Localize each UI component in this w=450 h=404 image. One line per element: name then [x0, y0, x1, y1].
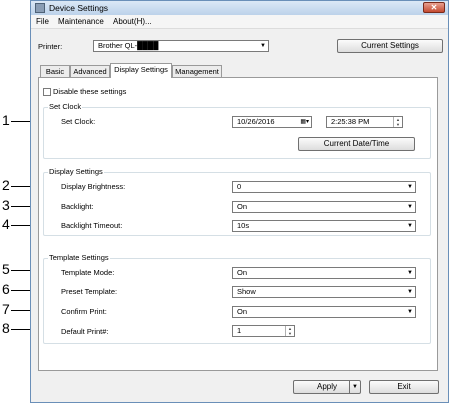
apply-button[interactable]: Apply ▼	[293, 380, 361, 394]
chevron-down-icon: ▼	[260, 43, 266, 49]
display-brightness-label: Display Brightness:	[61, 182, 126, 191]
callout-5: 5	[2, 261, 10, 277]
callout-4: 4	[2, 216, 10, 232]
set-clock-group	[43, 107, 431, 159]
backlight-timeout-select[interactable]: 10s ▼	[232, 220, 416, 232]
current-settings-button[interactable]: Current Settings	[337, 39, 443, 53]
confirm-print-label: Confirm Print:	[61, 307, 107, 316]
display-settings-title: Display Settings	[48, 167, 104, 176]
date-picker[interactable]: 10/26/2016 ▦▾	[232, 116, 312, 128]
default-print-stepper[interactable]: 1 ▲ ▼	[232, 325, 295, 337]
device-settings-window: Device Settings ✕ File Maintenance About…	[30, 0, 449, 403]
preset-template-label: Preset Template:	[61, 287, 118, 296]
chevron-down-icon: ▼	[407, 184, 413, 190]
chevron-down-icon: ▼	[407, 289, 413, 295]
default-print-label: Default Print#:	[61, 327, 109, 336]
template-mode-select[interactable]: On ▼	[232, 267, 416, 279]
chevron-down-icon: ▼	[407, 223, 413, 229]
default-print-spinner-icon[interactable]: ▲ ▼	[285, 326, 294, 336]
time-picker[interactable]: 2:25:38 PM ▲ ▼	[326, 116, 403, 128]
set-clock-label: Set Clock:	[61, 117, 96, 126]
chevron-down-icon: ▼	[407, 270, 413, 276]
callout-8: 8	[2, 320, 10, 336]
printer-select[interactable]: Brother QL-████ ▼	[93, 40, 269, 52]
chevron-down-icon: ▼	[407, 309, 413, 315]
time-value: 2:25:38 PM	[331, 117, 370, 126]
backlight-select[interactable]: On ▼	[232, 201, 416, 213]
backlight-label: Backlight:	[61, 202, 94, 211]
display-brightness-select[interactable]: 0 ▼	[232, 181, 416, 193]
time-spinner-icon[interactable]: ▲ ▼	[393, 117, 402, 127]
set-clock-title: Set Clock	[48, 102, 83, 111]
printer-value: Brother QL-████	[98, 41, 159, 50]
exit-button[interactable]: Exit	[369, 380, 439, 394]
display-settings-panel: Disable these settings Set Clock Set Clo…	[38, 77, 438, 371]
template-mode-label: Template Mode:	[61, 268, 115, 277]
tab-display-settings[interactable]: Display Settings	[110, 63, 172, 78]
menu-maintenance[interactable]: Maintenance	[58, 17, 104, 26]
confirm-print-value: On	[237, 307, 248, 316]
preset-template-value: Show	[237, 287, 256, 296]
date-value: 10/26/2016	[237, 117, 275, 126]
callout-7: 7	[2, 301, 10, 317]
backlight-value: On	[237, 202, 248, 211]
chevron-down-icon: ▼	[407, 204, 413, 210]
app-icon	[35, 3, 45, 13]
backlight-timeout-label: Backlight Timeout:	[61, 221, 123, 230]
printer-label: Printer:	[38, 42, 63, 51]
calendar-icon: ▦▾	[300, 119, 309, 125]
menu-about[interactable]: About(H)...	[113, 17, 152, 26]
current-date-time-button[interactable]: Current Date/Time	[298, 137, 415, 151]
menu-file[interactable]: File	[36, 17, 49, 26]
backlight-timeout-value: 10s	[237, 221, 250, 230]
default-print-value: 1	[237, 326, 242, 335]
menu-bar: File Maintenance About(H)...	[31, 15, 448, 29]
window-title: Device Settings	[49, 3, 109, 13]
callout-3: 3	[2, 197, 10, 213]
display-brightness-value: 0	[237, 182, 242, 191]
chevron-down-icon[interactable]: ▼	[349, 381, 360, 393]
template-mode-value: On	[237, 268, 248, 277]
disable-settings-checkbox[interactable]	[43, 88, 51, 96]
template-settings-title: Template Settings	[48, 253, 110, 262]
apply-label: Apply	[316, 382, 337, 391]
close-button[interactable]: ✕	[423, 2, 445, 13]
callout-2: 2	[2, 177, 10, 193]
title-bar[interactable]: Device Settings ✕	[31, 1, 448, 16]
callout-1: 1	[2, 112, 10, 128]
callout-6: 6	[2, 281, 10, 297]
preset-template-select[interactable]: Show ▼	[232, 286, 416, 298]
confirm-print-select[interactable]: On ▼	[232, 306, 416, 318]
disable-settings-label: Disable these settings	[53, 87, 127, 96]
